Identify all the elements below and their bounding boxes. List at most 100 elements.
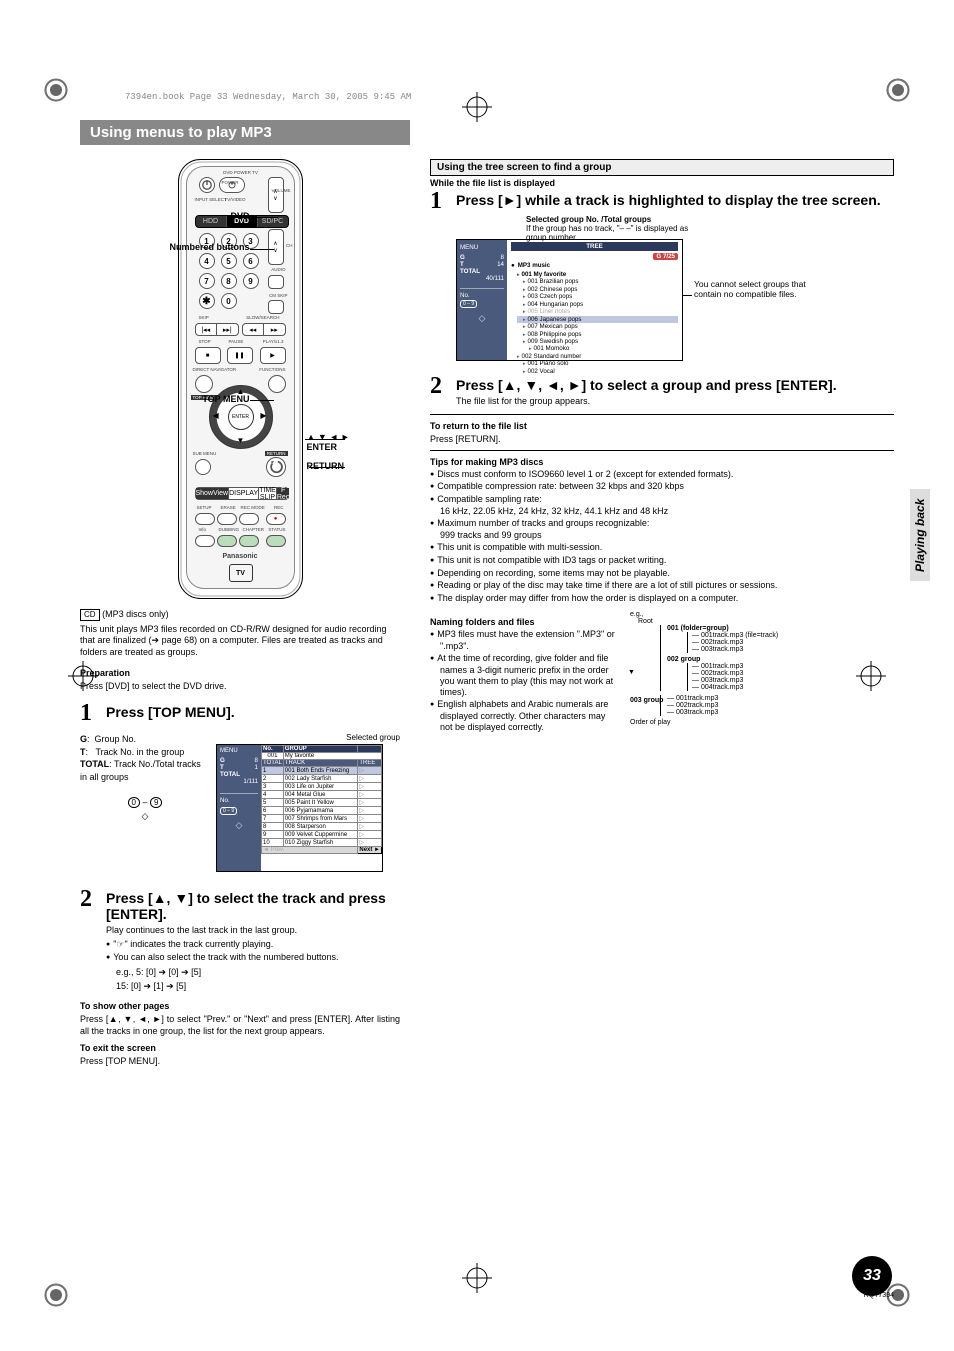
reg-mark-icon xyxy=(886,78,910,102)
tips-list: Discs must conform to ISO9660 level 1 or… xyxy=(430,469,894,605)
display-button[interactable]: DISPLAY xyxy=(228,488,258,499)
tree-screen: MENU G8 T14 TOTAL 40/111 No. 0 – 9 ◇ TRE… xyxy=(456,239,683,361)
rec-button[interactable]: ● xyxy=(266,513,286,525)
callout-line xyxy=(250,217,278,218)
chapter-label: CHAPTER xyxy=(243,527,265,532)
setup-button[interactable] xyxy=(195,513,215,525)
rec-label: REC xyxy=(274,505,284,510)
dpad-icon: ◇ xyxy=(80,811,210,822)
num-6-button[interactable]: 6 xyxy=(243,253,259,269)
dubbing-label: DUBBING xyxy=(219,527,240,532)
step-2-number: 2 xyxy=(80,886,106,913)
frec-button[interactable]: F Rec xyxy=(276,488,289,499)
callout-return: RETURN xyxy=(307,461,387,471)
cd-intro: CD (MP3 discs only) xyxy=(80,609,400,621)
page-title: Using menus to play MP3 xyxy=(80,120,410,145)
step-2-title: Press [▲, ▼] to select the track and pre… xyxy=(106,890,400,922)
volume-rocker[interactable]: ∧∨ xyxy=(268,177,284,213)
setup-label: SETUP xyxy=(197,505,212,510)
info-label: Info xyxy=(199,527,207,532)
power-label: POWER xyxy=(222,180,239,185)
search-bar[interactable]: ◂◂▸▸ xyxy=(242,323,286,336)
preparation-heading: Preparation xyxy=(80,668,400,678)
callout-numbered: Numbered buttons xyxy=(164,243,250,253)
crosshair-icon xyxy=(462,1263,492,1293)
step-2-b: "☞" indicates the track currently playin… xyxy=(106,939,400,951)
exit-text: Press [TOP MENU]. xyxy=(80,1056,400,1067)
pause-button[interactable]: ❚❚ xyxy=(227,347,253,364)
num-9-button[interactable]: 9 xyxy=(243,273,259,289)
status-button[interactable] xyxy=(266,535,286,547)
volume-label: VOLUME xyxy=(271,188,290,193)
tv-logo-icon: TV xyxy=(229,564,253,582)
legend-total: TOTAL: Track No./Total tracks in all gro… xyxy=(80,758,210,783)
return-button[interactable] xyxy=(266,457,286,477)
zero-key-icon: 0 xyxy=(128,797,140,808)
asterisk-button[interactable]: ✱ xyxy=(199,293,215,309)
ch-rocker[interactable]: ∧∨ xyxy=(268,229,284,265)
callout-dvd: DVD xyxy=(164,211,250,221)
cm-skip-label: CM SKIP xyxy=(269,293,288,298)
preparation-text: Press [DVD] to select the DVD drive. xyxy=(80,681,400,692)
down-arrow-icon[interactable]: ▼ xyxy=(237,436,245,445)
play-button[interactable]: ▶ xyxy=(260,347,286,364)
showview-bar[interactable]: ShowView DISPLAY TIME SLIP F Rec xyxy=(195,487,289,500)
info-button[interactable] xyxy=(195,535,215,547)
step-2-a: Play continues to the last track in the … xyxy=(106,925,400,936)
section-tab: Playing back xyxy=(910,489,930,581)
erase-button[interactable] xyxy=(217,513,237,525)
sub-menu-label: SUB MENU xyxy=(193,451,217,456)
remote-figure: DVD POWER TV POWER ∧∨ VOLUME INPUT SELEC… xyxy=(80,159,400,599)
dubbing-button[interactable] xyxy=(217,535,237,547)
callout-line xyxy=(250,249,274,250)
naming-heading: Naming folders and files xyxy=(430,617,620,627)
step-1-number: 1 xyxy=(80,700,106,727)
dvd-power-button[interactable] xyxy=(199,177,215,193)
chapter-button[interactable] xyxy=(239,535,259,547)
pause-label: PAUSE xyxy=(229,339,244,344)
legend-t: T: Track No. in the group xyxy=(80,746,210,759)
recmode-label: REC MODE xyxy=(241,505,265,510)
stop-button[interactable]: ■ xyxy=(195,347,221,364)
erase-label: ERASE xyxy=(221,505,236,510)
crosshair-icon xyxy=(68,661,98,691)
selected-group-label: Selected group xyxy=(216,733,400,742)
legend-g: G: G: Group No.Group No. xyxy=(80,733,210,746)
left-arrow-icon[interactable]: ◀ xyxy=(213,411,219,420)
right-arrow-icon[interactable]: ▶ xyxy=(260,411,266,420)
footer: RQT7394 33 xyxy=(864,1292,894,1301)
input-select-label: INPUT SELECT xyxy=(195,197,227,202)
cm-skip-button[interactable] xyxy=(268,300,284,314)
skip-label: SKIP xyxy=(199,315,209,320)
skip-bar[interactable]: |◂◂▸▸| xyxy=(195,323,239,336)
tips-heading: Tips for making MP3 discs xyxy=(430,457,894,467)
remote-top-label: DVD POWER TV xyxy=(197,170,285,175)
tree-list: 001 My favorite 001 Brazilian pops 002 C… xyxy=(511,271,678,375)
recmode-button[interactable] xyxy=(239,513,259,525)
reg-mark-icon xyxy=(44,1283,68,1307)
enter-button[interactable]: ENTER xyxy=(228,404,254,430)
return-label: RETURN xyxy=(265,451,288,456)
num-7-button[interactable]: 7 xyxy=(199,273,215,289)
num-0-button[interactable]: 0 xyxy=(221,293,237,309)
timeslip-button[interactable]: TIME SLIP xyxy=(258,488,276,499)
num-4-button[interactable]: 4 xyxy=(199,253,215,269)
audio-button[interactable] xyxy=(268,275,284,289)
showview-button[interactable]: ShowView xyxy=(196,488,229,499)
tree-callout: You cannot select groups that contain no… xyxy=(694,279,824,299)
r-step-2-title: Press [▲, ▼, ◄, ►] to select a group and… xyxy=(456,377,894,393)
num-5-button[interactable]: 5 xyxy=(221,253,237,269)
direct-nav-label: DIRECT NAVIGATOR xyxy=(193,367,237,372)
crosshair-icon xyxy=(462,92,492,122)
sub-menu-button[interactable] xyxy=(195,459,211,475)
naming-list: MP3 files must have the extension ".MP3"… xyxy=(430,629,620,734)
nine-key-icon: 9 xyxy=(150,797,162,808)
show-pages-text: Press [▲, ▼, ◄, ►] to select "Prev." or … xyxy=(80,1014,400,1037)
r-step-1-number: 1 xyxy=(430,188,456,215)
stop-label: STOP xyxy=(199,339,211,344)
print-header: 7394en.book Page 33 Wednesday, March 30,… xyxy=(125,92,411,102)
step-2-eg2: 15: [0] ➔ [1] ➔ [5] xyxy=(116,981,400,992)
num-8-button[interactable]: 8 xyxy=(221,273,237,289)
gno-label: Selected group No. /Total groups If the … xyxy=(526,215,696,242)
r-step-2-sub: The file list for the group appears. xyxy=(456,396,894,407)
